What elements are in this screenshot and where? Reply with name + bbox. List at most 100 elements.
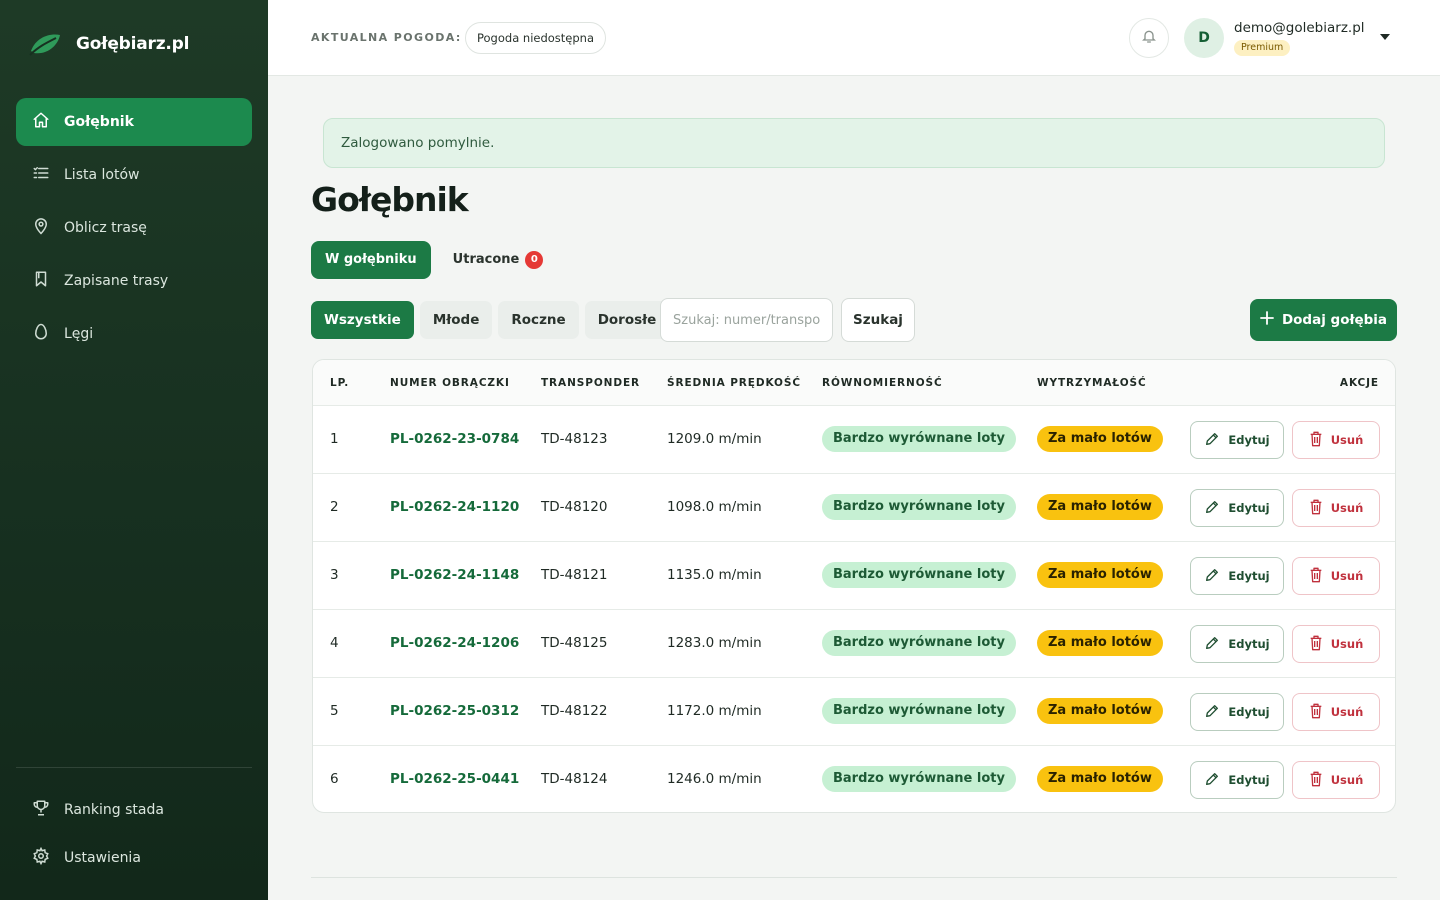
gear-icon: [32, 846, 50, 869]
evenness-badge: Bardzo wyrównane loty: [822, 698, 1016, 724]
success-alert: Zalogowano pomylnie.: [323, 118, 1385, 168]
ring-number-link[interactable]: PL-0262-24-1206: [390, 635, 519, 651]
sidebar-item-ranking-stada[interactable]: Ranking stada: [16, 786, 252, 834]
trash-icon: [1309, 703, 1323, 722]
row-transponder: TD-48120: [541, 499, 608, 515]
pencil-icon: [1204, 431, 1220, 450]
ring-number-link[interactable]: PL-0262-25-0441: [390, 771, 519, 787]
delete-button[interactable]: Usuń: [1292, 761, 1380, 799]
delete-label: Usuń: [1330, 637, 1364, 651]
header-actions: AKCJE: [1339, 377, 1379, 389]
avatar[interactable]: D: [1184, 18, 1224, 58]
edit-button[interactable]: Edytuj: [1190, 693, 1284, 731]
sidebar-item-oblicz-trase[interactable]: Oblicz trasę: [16, 204, 252, 252]
edit-button[interactable]: Edytuj: [1190, 421, 1284, 459]
endurance-badge: Za mało lotów: [1037, 426, 1163, 452]
row-avg-speed: 1246.0 m/min: [667, 771, 762, 787]
ring-number-link[interactable]: PL-0262-24-1120: [390, 499, 519, 515]
row-lp: 3: [330, 567, 339, 583]
ring-number-link[interactable]: PL-0262-23-0784: [390, 431, 519, 447]
delete-label: Usuń: [1330, 501, 1364, 515]
sidebar-item-label: Lęgi: [64, 326, 94, 342]
pigeons-table: LP. NUMER OBRĄCZKI TRANSPONDER ŚREDNIA P…: [312, 359, 1396, 813]
sidebar-item-lista-lotow[interactable]: Lista lotów: [16, 151, 252, 199]
evenness-badge: Bardzo wyrównane loty: [822, 494, 1016, 520]
search-input[interactable]: [660, 298, 833, 342]
delete-button[interactable]: Usuń: [1292, 693, 1380, 731]
header-ring-number: NUMER OBRĄCZKI: [390, 377, 510, 389]
edit-button[interactable]: Edytuj: [1190, 489, 1284, 527]
row-avg-speed: 1135.0 m/min: [667, 567, 762, 583]
pencil-icon: [1204, 771, 1220, 790]
trash-icon: [1309, 771, 1323, 790]
evenness-badge: Bardzo wyrównane loty: [822, 562, 1016, 588]
leaf-logo-icon: [28, 30, 64, 58]
row-lp: 6: [330, 771, 339, 787]
endurance-badge: Za mało lotów: [1037, 766, 1163, 792]
row-lp: 1: [330, 431, 339, 447]
page-title: Gołębnik: [311, 180, 469, 219]
evenness-badge: Bardzo wyrównane loty: [822, 766, 1016, 792]
filter-dorosle[interactable]: Dorosłe: [584, 301, 670, 339]
filter-mlode[interactable]: Młode: [419, 301, 493, 339]
sidebar-item-label: Ustawienia: [64, 850, 141, 866]
sidebar-bottom-nav: Ranking stada Ustawienia: [16, 767, 252, 882]
brand-name: Gołębiarz.pl: [76, 34, 190, 54]
home-icon: [32, 111, 50, 133]
egg-icon: [32, 323, 50, 345]
row-transponder: TD-48124: [541, 771, 608, 787]
sidebar: Gołębiarz.pl Gołębnik Lista lotów Oblicz…: [0, 0, 268, 900]
edit-button[interactable]: Edytuj: [1190, 557, 1284, 595]
sidebar-item-ustawienia[interactable]: Ustawienia: [16, 834, 252, 882]
tab-label: W gołębniku: [325, 252, 417, 267]
brand[interactable]: Gołębiarz.pl: [28, 30, 189, 58]
edit-label: Edytuj: [1228, 637, 1270, 651]
sidebar-item-zapisane-trasy[interactable]: Zapisane trasy: [16, 257, 252, 305]
bell-icon: [1141, 28, 1157, 48]
delete-label: Usuń: [1330, 433, 1364, 447]
edit-button[interactable]: Edytuj: [1190, 625, 1284, 663]
tab-utracone[interactable]: Utracone 0: [439, 241, 558, 279]
evenness-badge: Bardzo wyrównane loty: [822, 426, 1016, 452]
user-email[interactable]: demo@golebiarz.pl: [1234, 20, 1365, 36]
tab-w-golebniku[interactable]: W gołębniku: [311, 241, 431, 279]
edit-label: Edytuj: [1228, 705, 1270, 719]
weather-label: AKTUALNA POGODA:: [311, 31, 462, 44]
trash-icon: [1309, 431, 1323, 450]
header-avg-speed: ŚREDNIA PRĘDKOŚĆ: [667, 377, 801, 389]
trash-icon: [1309, 499, 1323, 518]
edit-label: Edytuj: [1228, 569, 1270, 583]
row-lp: 4: [330, 635, 339, 651]
trash-icon: [1309, 635, 1323, 654]
delete-label: Usuń: [1330, 773, 1364, 787]
sidebar-item-label: Zapisane trasy: [64, 273, 169, 289]
table-row: 3 PL-0262-24-1148 TD-48121 1135.0 m/min …: [313, 542, 1395, 610]
pencil-icon: [1204, 635, 1220, 654]
search-button[interactable]: Szukaj: [841, 298, 915, 342]
sidebar-item-legi[interactable]: Lęgi: [16, 310, 252, 358]
notifications-button[interactable]: [1129, 18, 1169, 58]
table-header: LP. NUMER OBRĄCZKI TRANSPONDER ŚREDNIA P…: [313, 360, 1395, 406]
filter-wszystkie[interactable]: Wszystkie: [311, 301, 414, 339]
edit-label: Edytuj: [1228, 501, 1270, 515]
delete-button[interactable]: Usuń: [1292, 421, 1380, 459]
add-pigeon-button[interactable]: Dodaj gołębia: [1250, 299, 1397, 341]
row-lp: 5: [330, 703, 339, 719]
plan-badge: Premium: [1234, 40, 1291, 56]
trash-icon: [1309, 567, 1323, 586]
ring-number-link[interactable]: PL-0262-24-1148: [390, 567, 519, 583]
endurance-badge: Za mało lotów: [1037, 562, 1163, 588]
count-badge: 0: [525, 251, 544, 269]
sidebar-item-label: Oblicz trasę: [64, 220, 147, 236]
sidebar-item-golebnik[interactable]: Gołębnik: [16, 98, 252, 146]
ring-number-link[interactable]: PL-0262-25-0312: [390, 703, 519, 719]
edit-button[interactable]: Edytuj: [1190, 761, 1284, 799]
delete-button[interactable]: Usuń: [1292, 489, 1380, 527]
endurance-badge: Za mało lotów: [1037, 698, 1163, 724]
delete-button[interactable]: Usuń: [1292, 557, 1380, 595]
table-row: 6 PL-0262-25-0441 TD-48124 1246.0 m/min …: [313, 746, 1395, 812]
delete-button[interactable]: Usuń: [1292, 625, 1380, 663]
age-filters: Wszystkie Młode Roczne Dorosłe: [311, 301, 670, 339]
chevron-down-icon[interactable]: [1378, 30, 1392, 44]
filter-roczne[interactable]: Roczne: [498, 301, 579, 339]
